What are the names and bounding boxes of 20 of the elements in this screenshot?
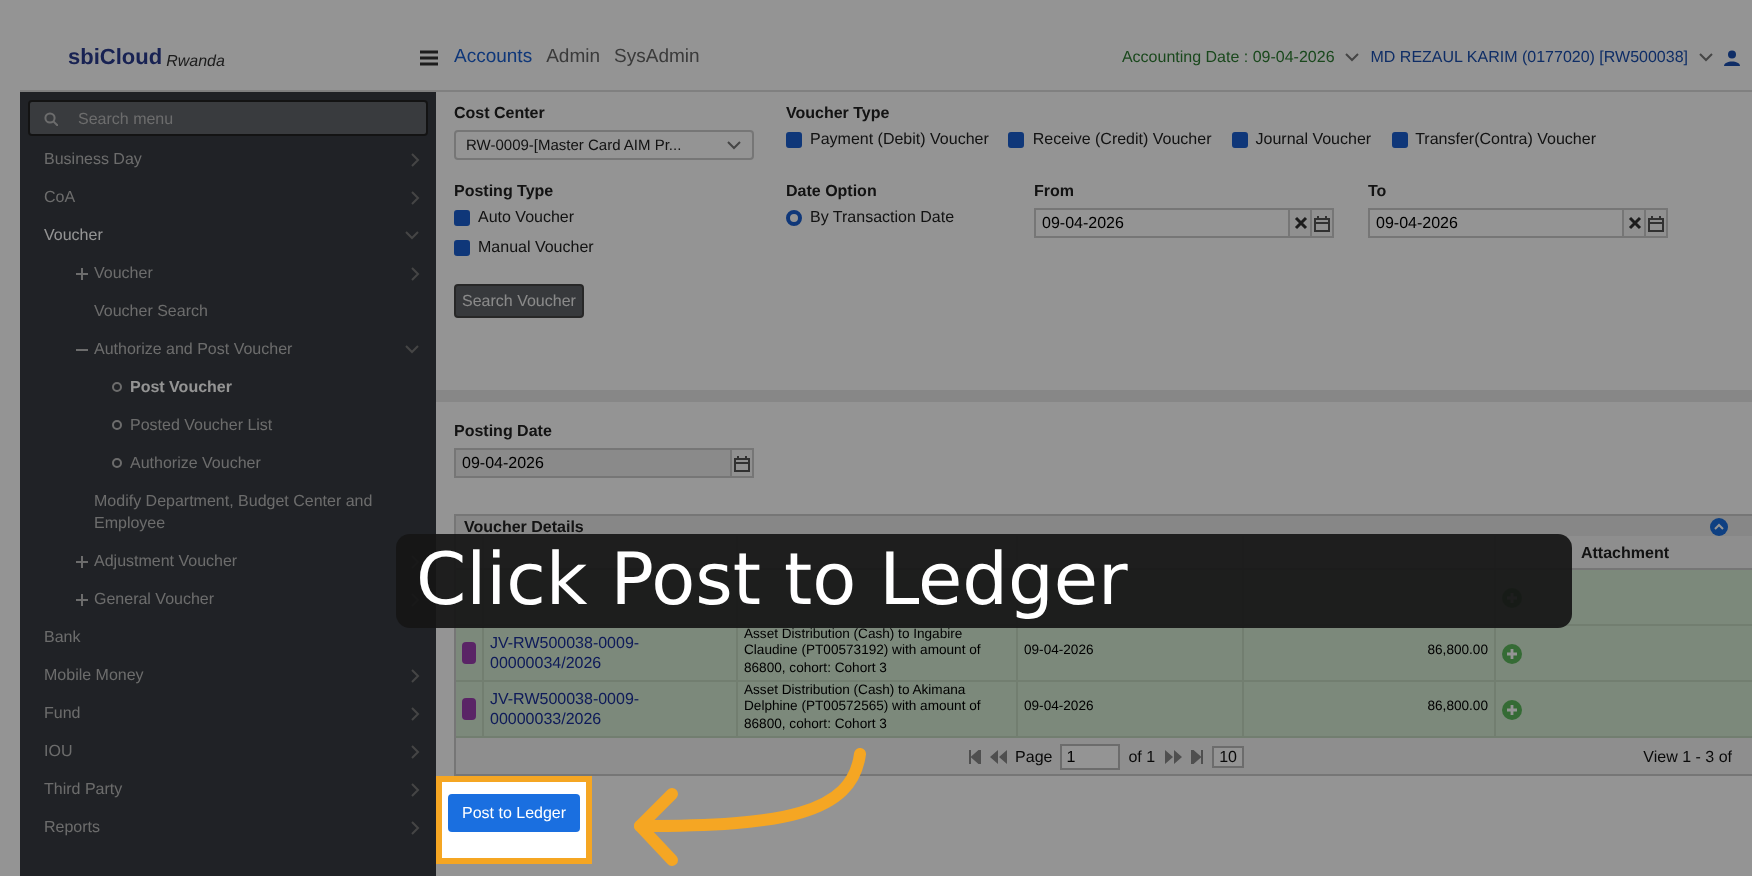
- panel-title: Voucher Details: [464, 517, 584, 535]
- field-label: Posting Type: [454, 182, 556, 200]
- field-label: From: [1034, 182, 1076, 200]
- checkbox-label: Receive (Credit) Voucher: [1032, 130, 1212, 148]
- checkbox-label: Payment (Debit) Voucher: [810, 130, 989, 148]
- pager-summary: View 1 - 3 of: [1643, 747, 1732, 765]
- field-label: Voucher Type: [786, 104, 892, 122]
- radio-label: By Transaction Date: [810, 208, 955, 226]
- field-label: Cost Center: [454, 104, 547, 122]
- pager-label: Page: [1015, 747, 1053, 765]
- pager-label: of 1: [1128, 747, 1156, 765]
- checkbox-label: Journal Voucher: [1255, 130, 1372, 148]
- logo: sbiCloud Rwanda: [66, 45, 227, 69]
- checkbox-label: Manual Voucher: [478, 238, 594, 256]
- field-label: Posting Date: [454, 422, 554, 440]
- checkbox-label: Transfer(Contra) Voucher: [1415, 130, 1596, 148]
- tooltip-text: Click Post to Ledger: [416, 541, 1128, 621]
- field-label: Date Option: [786, 182, 879, 200]
- checkbox-label: Auto Voucher: [478, 208, 575, 226]
- field-label: To: [1368, 182, 1389, 200]
